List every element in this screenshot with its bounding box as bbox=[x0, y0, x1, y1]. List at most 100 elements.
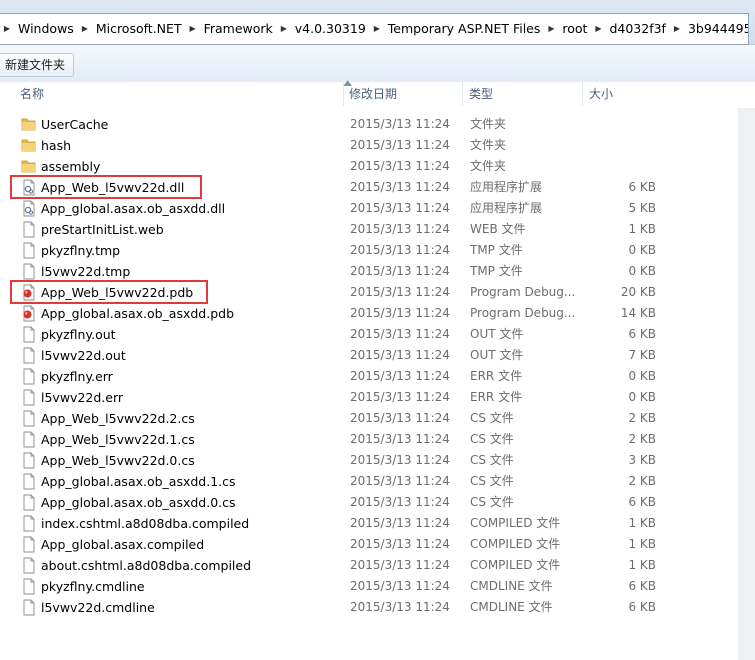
breadcrumb-item[interactable]: v4.0.30319 bbox=[291, 14, 370, 44]
file-type: COMPILED 文件 bbox=[470, 516, 561, 530]
file-name: l5vwv22d.cmdline bbox=[41, 600, 155, 615]
breadcrumb-item[interactable]: Microsoft.NET bbox=[92, 14, 186, 44]
file-size: 6 KB bbox=[628, 600, 656, 614]
file-row[interactable]: App_Web_l5vwv22d.2.cs 2015/3/13 11:24 CS 文… bbox=[0, 408, 755, 429]
file-icon bbox=[21, 368, 37, 385]
file-row[interactable]: l5vwv22d.cmdline 2015/3/13 11:24 CMDLINE 文… bbox=[0, 597, 755, 618]
file-row[interactable]: App_global.asax.ob_asxdd.dll 2015/3/13 11… bbox=[0, 198, 755, 219]
file-modified-date: 2015/3/13 11:24 bbox=[350, 411, 450, 425]
breadcrumb[interactable]: ▶ Windows ▶ Microsoft.NET ▶ Framework ▶ v4.0.30… bbox=[0, 13, 749, 45]
file-row[interactable]: pkyzflny.out 2015/3/13 11:24 OUT 文件 6 KB bbox=[0, 324, 755, 345]
file-type: 文件夹 bbox=[470, 138, 507, 152]
file-type: ERR 文件 bbox=[470, 390, 523, 404]
file-row[interactable]: App_global.asax.ob_asxdd.0.cs 2015/3/13 1… bbox=[0, 492, 755, 513]
file-row[interactable]: App_global.asax.ob_asxdd.1.cs 2015/3/13 1… bbox=[0, 471, 755, 492]
column-header-modified[interactable]: 修改日期 bbox=[344, 82, 463, 106]
file-type: TMP 文件 bbox=[470, 264, 523, 278]
file-type: COMPILED 文件 bbox=[470, 537, 561, 551]
file-type: CS 文件 bbox=[470, 432, 514, 446]
file-modified-date: 2015/3/13 11:24 bbox=[350, 453, 450, 467]
file-type: CS 文件 bbox=[470, 453, 514, 467]
file-type: ERR 文件 bbox=[470, 369, 523, 383]
file-type: Program Debug... bbox=[470, 306, 576, 320]
file-name: App_global.asax.ob_asxdd.dll bbox=[41, 201, 226, 216]
file-type: Program Debug... bbox=[470, 285, 576, 299]
breadcrumb-separator-icon[interactable]: ▶ bbox=[78, 24, 92, 33]
highlight-box bbox=[10, 175, 202, 199]
vertical-scrollbar[interactable] bbox=[738, 108, 755, 660]
file-size bbox=[580, 156, 656, 177]
file-size bbox=[580, 135, 656, 156]
file-size: 0 KB bbox=[628, 369, 656, 383]
file-row[interactable]: App_Web_l5vwv22d.0.cs 2015/3/13 11:24 CS 文… bbox=[0, 450, 755, 471]
breadcrumb-separator-icon[interactable]: ▶ bbox=[544, 24, 558, 33]
file-icon bbox=[21, 347, 37, 364]
file-modified-date: 2015/3/13 11:24 bbox=[350, 537, 450, 551]
breadcrumb-item[interactable]: 3b944495 bbox=[684, 14, 748, 44]
file-name: App_global.asax.ob_asxdd.pdb bbox=[41, 306, 235, 321]
breadcrumb-item[interactable]: Temporary ASP.NET Files bbox=[384, 14, 545, 44]
file-icon bbox=[21, 578, 37, 595]
file-row[interactable]: App_global.asax.compiled 2015/3/13 11:24 C… bbox=[0, 534, 755, 555]
file-size: 6 KB bbox=[628, 180, 656, 194]
breadcrumb-separator-icon[interactable]: ▶ bbox=[591, 24, 605, 33]
column-header-type[interactable]: 类型 bbox=[464, 82, 583, 106]
file-type: CMDLINE 文件 bbox=[470, 579, 553, 593]
file-modified-date: 2015/3/13 11:24 bbox=[350, 327, 450, 341]
new-folder-button[interactable]: 新建文件夹 bbox=[0, 53, 75, 77]
file-size: 0 KB bbox=[628, 264, 656, 278]
file-icon bbox=[21, 599, 37, 616]
breadcrumb-separator-icon[interactable]: ▶ bbox=[186, 24, 200, 33]
file-row[interactable]: UserCache 2015/3/13 11:24 文件夹 bbox=[0, 114, 755, 135]
file-name: App_global.asax.compiled bbox=[41, 537, 205, 552]
file-name: App_Web_l5vwv22d.2.cs bbox=[41, 411, 195, 426]
breadcrumb-separator-icon[interactable]: ▶ bbox=[277, 24, 291, 33]
file-row[interactable]: l5vwv22d.tmp 2015/3/13 11:24 TMP 文件 0 KB bbox=[0, 261, 755, 282]
column-header-size[interactable]: 大小 bbox=[584, 82, 739, 106]
file-icon bbox=[21, 221, 37, 238]
file-size bbox=[580, 114, 656, 135]
file-size: 0 KB bbox=[628, 390, 656, 404]
highlight-box bbox=[10, 280, 208, 304]
file-modified-date: 2015/3/13 11:24 bbox=[350, 600, 450, 614]
breadcrumb-separator-icon[interactable]: ▶ bbox=[370, 24, 384, 33]
folder-icon bbox=[21, 158, 37, 175]
file-type: CS 文件 bbox=[470, 474, 514, 488]
file-modified-date: 2015/3/13 11:24 bbox=[350, 285, 450, 299]
file-size: 20 KB bbox=[620, 285, 656, 299]
file-row[interactable]: l5vwv22d.err 2015/3/13 11:24 ERR 文件 0 KB bbox=[0, 387, 755, 408]
file-row[interactable]: about.cshtml.a8d08dba.compiled 2015/3/13 … bbox=[0, 555, 755, 576]
column-header-row: ▲ 名称 修改日期 类型 大小 bbox=[0, 79, 755, 108]
file-row[interactable]: hash 2015/3/13 11:24 文件夹 bbox=[0, 135, 755, 156]
file-row[interactable]: index.cshtml.a8d08dba.compiled 2015/3/13 … bbox=[0, 513, 755, 534]
file-type: OUT 文件 bbox=[470, 327, 524, 341]
file-size: 14 KB bbox=[620, 306, 656, 320]
breadcrumb-item[interactable]: root bbox=[558, 14, 591, 44]
file-row[interactable]: pkyzflny.err 2015/3/13 11:24 ERR 文件 0 KB bbox=[0, 366, 755, 387]
file-size: 6 KB bbox=[628, 495, 656, 509]
file-row[interactable]: l5vwv22d.out 2015/3/13 11:24 OUT 文件 7 KB bbox=[0, 345, 755, 366]
breadcrumb-item[interactable]: d4032f3f bbox=[605, 14, 670, 44]
file-size: 7 KB bbox=[628, 348, 656, 362]
file-modified-date: 2015/3/13 11:24 bbox=[350, 432, 450, 446]
file-row[interactable]: assembly 2015/3/13 11:24 文件夹 bbox=[0, 156, 755, 177]
file-row[interactable]: App_Web_l5vwv22d.1.cs 2015/3/13 11:24 CS 文… bbox=[0, 429, 755, 450]
file-icon bbox=[21, 557, 37, 574]
column-header-name[interactable]: 名称 bbox=[15, 82, 344, 106]
file-modified-date: 2015/3/13 11:24 bbox=[350, 222, 450, 236]
breadcrumb-item[interactable]: Framework bbox=[200, 14, 277, 44]
file-name: index.cshtml.a8d08dba.compiled bbox=[41, 516, 250, 531]
file-row[interactable]: pkyzflny.cmdline 2015/3/13 11:24 CMDLINE 文… bbox=[0, 576, 755, 597]
file-row[interactable]: preStartInitList.web 2015/3/13 11:24 WEB 文… bbox=[0, 219, 755, 240]
file-icon bbox=[21, 326, 37, 343]
file-type: CS 文件 bbox=[470, 495, 514, 509]
file-name: about.cshtml.a8d08dba.compiled bbox=[41, 558, 252, 573]
file-row[interactable]: pkyzflny.tmp 2015/3/13 11:24 TMP 文件 0 KB bbox=[0, 240, 755, 261]
address-bar: ▶ Windows ▶ Microsoft.NET ▶ Framework ▶ v4.0.30… bbox=[0, 0, 755, 45]
file-size: 1 KB bbox=[628, 516, 656, 530]
breadcrumb-separator-icon[interactable]: ▶ bbox=[670, 24, 684, 33]
file-name: App_global.asax.ob_asxdd.0.cs bbox=[41, 495, 236, 510]
breadcrumb-separator-icon[interactable]: ▶ bbox=[0, 24, 14, 33]
breadcrumb-item[interactable]: Windows bbox=[14, 14, 78, 44]
file-row[interactable]: App_global.asax.ob_asxdd.pdb 2015/3/13 11… bbox=[0, 303, 755, 324]
